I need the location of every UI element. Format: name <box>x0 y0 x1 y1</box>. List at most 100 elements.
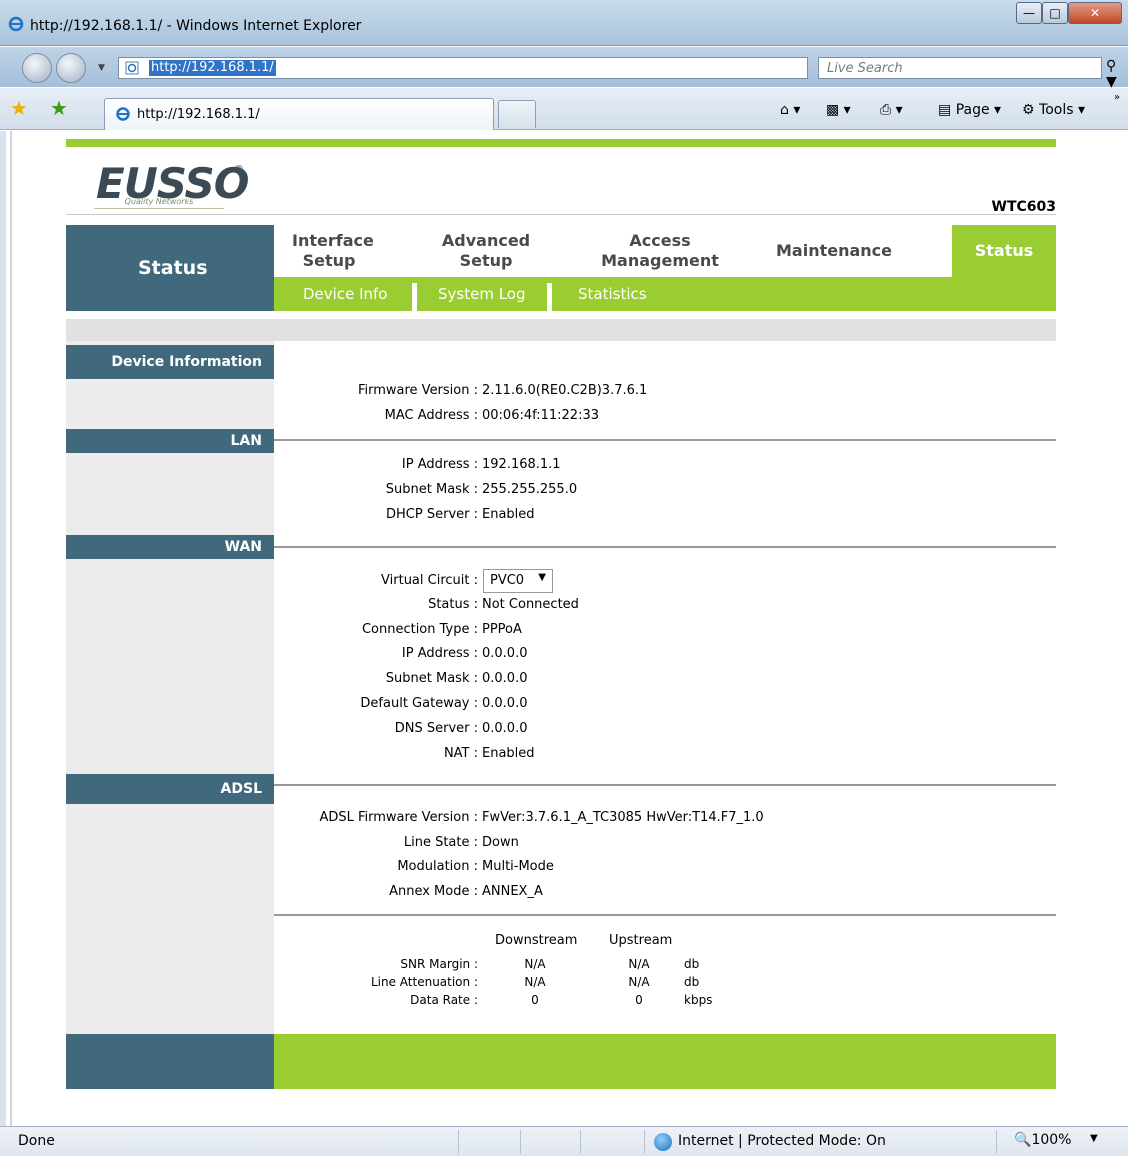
downstream-header: Downstream <box>495 933 578 948</box>
model-name: WTC603 <box>991 199 1057 215</box>
zoom-dropdown-icon[interactable]: ▼ <box>1090 1133 1098 1144</box>
modulation-value: Multi-Mode <box>482 859 554 874</box>
nat-label: NAT : <box>443 746 478 761</box>
menu-maintenance-label: Maintenance <box>775 241 892 260</box>
row-modulation: Modulation : Multi-Mode <box>274 859 1056 877</box>
modulation-label: Modulation : <box>397 859 478 874</box>
navigation-bar: ▼ http://192.168.1.1/ ▼ ⇄ ✕ Live Search … <box>0 47 1128 90</box>
title-bar: http://192.168.1.1/ - Windows Internet E… <box>0 0 1128 46</box>
back-button[interactable] <box>22 53 52 83</box>
security-zone-text[interactable]: Internet | Protected Mode: On <box>678 1133 886 1149</box>
submenu-separator <box>547 283 552 311</box>
print-icon[interactable]: ⎙ ▾ <box>880 102 903 118</box>
row-mac-address: MAC Address : 00:06:4f:11:22:33 <box>274 408 1056 426</box>
menu-advanced-setup-line1: Advanced <box>441 231 531 250</box>
menu-maintenance[interactable]: Maintenance <box>774 241 894 261</box>
menu-access-management[interactable]: Access Management <box>600 231 720 271</box>
wan-status-value: Not Connected <box>482 597 579 612</box>
add-favorite-icon[interactable]: ★ <box>50 96 68 120</box>
chevron-right-icon[interactable]: » <box>1114 92 1120 103</box>
minimize-button[interactable]: — <box>1016 2 1042 24</box>
registered-mark: ® <box>234 164 244 175</box>
row-connection-type: Connection Type : PPPoA <box>274 622 1056 640</box>
lan-mask-value: 255.255.255.0 <box>482 482 578 497</box>
submenu-system-log[interactable]: System Log <box>438 277 526 311</box>
row-nat: NAT : Enabled <box>274 746 1056 764</box>
virtual-circuit-select[interactable]: PVC0 ▼ <box>483 569 553 593</box>
submenu-device-info[interactable]: Device Info <box>303 277 387 311</box>
home-icon[interactable]: ⌂ ▾ <box>780 102 800 118</box>
wan-mask-value: 0.0.0.0 <box>482 671 528 686</box>
router-page: EUSSO ® Quality Networks WTC603 Status I… <box>66 139 1056 1089</box>
address-url[interactable]: http://192.168.1.1/ <box>149 60 276 76</box>
search-icon[interactable]: ⚲ ▼ <box>1106 58 1128 90</box>
submenu-statistics[interactable]: Statistics <box>578 277 647 311</box>
line-state-value: Down <box>482 835 519 850</box>
header-divider <box>66 214 1056 215</box>
adsl-firmware-label: ADSL Firmware Version : <box>319 810 478 825</box>
globe-icon <box>654 1133 672 1151</box>
dhcp-label: DHCP Server : <box>386 507 478 522</box>
status-separator <box>996 1130 997 1154</box>
row-wan-mask: Subnet Mask : 0.0.0.0 <box>274 671 1056 689</box>
dns-value: 0.0.0.0 <box>482 721 528 736</box>
new-tab-button[interactable] <box>498 100 536 128</box>
search-input[interactable]: Live Search <box>818 57 1102 79</box>
nat-value: Enabled <box>482 746 535 761</box>
menu-interface-setup-line2: Setup <box>302 251 356 270</box>
page-menu-label: Page <box>955 102 990 118</box>
recent-pages-dropdown-icon[interactable]: ▼ <box>98 63 105 73</box>
data-rate-down-value: 0 <box>531 993 539 1007</box>
wan-ip-label: IP Address : <box>401 646 478 661</box>
zoom-level[interactable]: 🔍100% <box>1014 1132 1071 1148</box>
row-annex-mode: Annex Mode : ANNEX_A <box>274 884 1056 902</box>
lan-divider <box>274 439 1056 441</box>
menu-status[interactable]: Status <box>952 225 1056 277</box>
row-wan-ip: IP Address : 0.0.0.0 <box>274 646 1056 664</box>
data-rate-label: Data Rate : <box>410 993 478 1007</box>
gateway-label: Default Gateway : <box>360 696 478 711</box>
address-bar[interactable]: http://192.168.1.1/ ▼ ⇄ ✕ <box>118 57 913 79</box>
favorites-star-icon[interactable]: ★ <box>10 96 28 120</box>
gateway-value: 0.0.0.0 <box>482 696 528 711</box>
snr-unit: db <box>684 957 700 971</box>
connection-type-label: Connection Type : <box>361 622 478 637</box>
logo-tagline: Quality Networks <box>94 197 224 209</box>
status-text: Done <box>18 1133 55 1149</box>
row-firmware-version: Firmware Version : 2.11.6.0(RE0.C2B)3.7.… <box>274 383 1056 401</box>
section-lan: LAN <box>66 429 274 453</box>
row-lan-ip: IP Address : 192.168.1.1 <box>274 457 1056 475</box>
stats-divider <box>274 914 1056 916</box>
zoom-value: 100% <box>1031 1132 1072 1148</box>
data-rate-unit: kbps <box>684 993 713 1007</box>
mac-value: 00:06:4f:11:22:33 <box>482 408 599 423</box>
wan-status-label: Status : <box>428 597 478 612</box>
status-separator <box>458 1130 459 1154</box>
virtual-circuit-value: PVC0 <box>490 573 525 588</box>
status-separator <box>520 1130 521 1154</box>
menu-access-management-line2: Management <box>601 251 719 270</box>
tools-menu-button[interactable]: ⚙ Tools ▾ <box>1022 102 1085 118</box>
dns-label: DNS Server : <box>394 721 478 736</box>
section-adsl: ADSL <box>66 774 274 804</box>
line-state-label: Line State : <box>403 835 478 850</box>
maximize-button[interactable]: □ <box>1042 2 1068 24</box>
row-wan-status: Status : Not Connected <box>274 597 1056 615</box>
attenuation-down-value: N/A <box>524 975 546 989</box>
adsl-firmware-value: FwVer:3.7.6.1_A_TC3085 HwVer:T14.F7_1.0 <box>482 810 764 825</box>
tools-menu-label: Tools <box>1039 102 1074 118</box>
menu-advanced-setup-line2: Setup <box>459 251 513 270</box>
lan-mask-label: Subnet Mask : <box>385 482 478 497</box>
content-top-strip <box>66 319 1056 341</box>
attenuation-up-value: N/A <box>628 975 650 989</box>
page-menu-button[interactable]: ▤ Page ▾ <box>938 102 1001 118</box>
status-separator <box>580 1130 581 1154</box>
menu-advanced-setup[interactable]: Advanced Setup <box>434 231 538 271</box>
current-section-title: Status <box>138 257 208 279</box>
forward-button[interactable] <box>56 53 86 83</box>
current-section-block: Status <box>66 225 274 311</box>
close-button[interactable]: ✕ <box>1068 2 1122 24</box>
tab-current[interactable]: http://192.168.1.1/ <box>104 98 494 130</box>
feeds-icon[interactable]: ▩ ▾ <box>826 102 851 118</box>
menu-interface-setup[interactable]: Interface Setup <box>292 231 374 271</box>
